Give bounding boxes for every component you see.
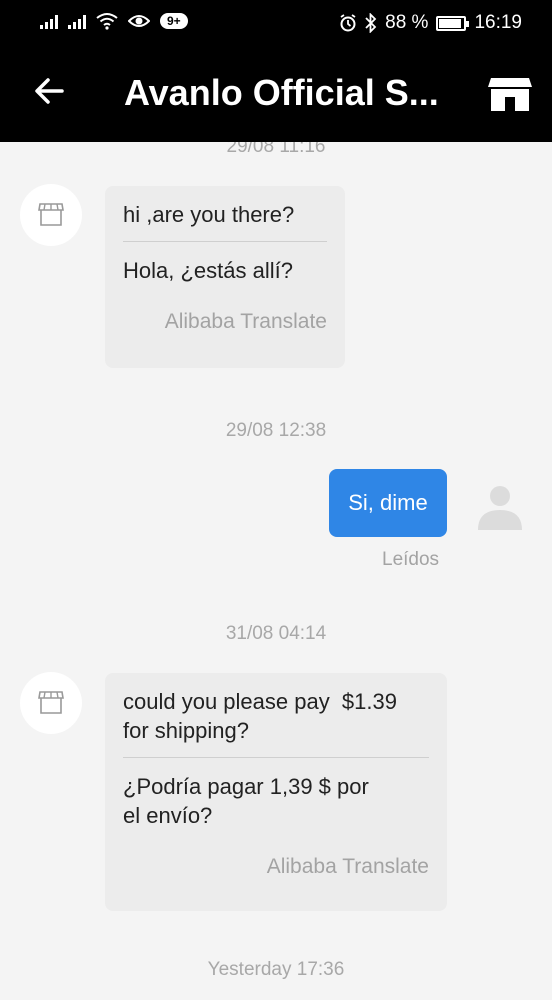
status-left: 9+ (40, 12, 188, 30)
seller-avatar[interactable] (20, 672, 82, 734)
translation-divider (123, 241, 327, 242)
header-cover: Avanlo Official S... (0, 46, 552, 142)
status-bar: 9+ 88 % 16:19 (0, 0, 552, 46)
translator-label: Alibaba Translate (164, 310, 327, 333)
signal-icon-2 (68, 13, 86, 29)
translator-label: Alibaba Translate (266, 855, 429, 878)
message-original-text: hi ,are you there? (123, 202, 295, 227)
store-icon[interactable] (488, 76, 532, 112)
message-translation-text: Hola, ¿estás allí? (123, 258, 293, 283)
bluetooth-icon (365, 13, 377, 33)
message-translation-line-2: el envío? (123, 803, 213, 828)
received-message-bubble[interactable]: could you please pay $1.39 for shipping?… (105, 673, 447, 911)
message-original-line-1: could you please pay $1.39 (123, 689, 397, 714)
store-icon (38, 691, 64, 714)
notification-count-badge: 9+ (160, 13, 188, 29)
alarm-icon (340, 14, 356, 32)
received-message-bubble[interactable]: hi ,are you there? Hola, ¿estás allí? Al… (105, 186, 345, 368)
clock: 16:19 (474, 12, 522, 33)
translation-divider (123, 757, 429, 758)
back-arrow-icon[interactable] (32, 74, 66, 108)
wifi-icon (96, 13, 118, 30)
store-icon (38, 203, 64, 226)
message-timestamp: 29/08 12:38 (225, 420, 327, 441)
status-right: 88 % 16:19 (339, 12, 522, 34)
message-timestamp: 31/08 04:14 (225, 623, 327, 644)
chat-title: Avanlo Official S... (124, 72, 439, 113)
sent-message-bubble[interactable]: Si, dime (329, 469, 447, 537)
message-timestamp: Yesterday 17:36 (207, 959, 345, 980)
battery-percent: 88 % (385, 12, 429, 33)
user-avatar-icon[interactable] (474, 480, 526, 532)
message-original-line-2: for shipping? (123, 718, 249, 743)
message-translation-line-1: ¿Podría pagar 1,39 $ por (123, 774, 369, 799)
read-status: Leídos (382, 549, 440, 570)
signal-icon (40, 13, 58, 29)
seller-avatar[interactable] (20, 184, 82, 246)
eye-icon (128, 15, 150, 27)
battery-icon (436, 15, 470, 31)
